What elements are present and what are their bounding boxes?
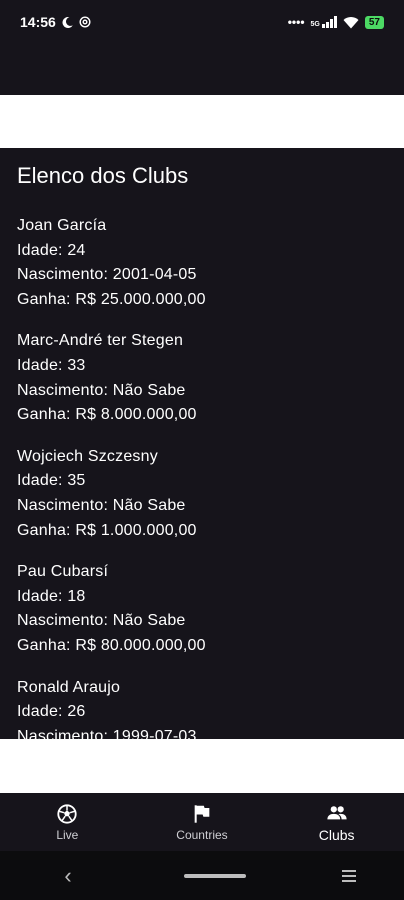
player-age: Idade: 26 <box>17 703 86 721</box>
status-time: 14:56 <box>20 14 56 30</box>
status-bar: 14:56 •••• 5G 57 <box>0 0 404 44</box>
bottom-white-band <box>0 739 404 793</box>
top-white-band <box>0 95 404 148</box>
player-birth: Nascimento: Não Sabe <box>17 381 186 399</box>
player-name: Pau Cubarsí <box>17 563 109 581</box>
player-birth: Nascimento: 2001-04-05 <box>17 266 197 284</box>
home-pill[interactable] <box>184 873 246 878</box>
roster-list[interactable]: Elenco dos Clubs Joan García Idade: 24 N… <box>0 148 404 739</box>
more-dots-icon: •••• <box>287 15 305 29</box>
network-type: 5G <box>310 21 320 28</box>
player-birth: Nascimento: 1999-07-03 <box>17 727 197 739</box>
wifi-icon <box>343 16 359 28</box>
player-age: Idade: 33 <box>17 356 86 374</box>
nav-label-clubs: Clubs <box>318 826 355 843</box>
player-age: Idade: 35 <box>17 472 86 490</box>
at-sign-icon <box>79 16 91 28</box>
bottom-navigation: Live Countries Clubs <box>0 793 404 851</box>
soccer-ball-icon <box>57 803 77 824</box>
player-salary: Ganha: R$ 25.000.000,00 <box>17 290 206 308</box>
player-salary: Ganha: R$ 8.000.000,00 <box>17 406 197 424</box>
page-title: Elenco dos Clubs <box>17 163 189 188</box>
nav-item-clubs[interactable]: Clubs <box>270 802 404 843</box>
player-age: Idade: 18 <box>17 587 86 605</box>
player-card: Pau Cubarsí Idade: 18 Nascimento: Não Sa… <box>17 560 387 658</box>
flag-icon <box>194 804 210 823</box>
back-chevron-icon[interactable]: ‹ <box>48 863 88 889</box>
player-age: Idade: 24 <box>17 241 86 259</box>
player-card: Joan García Idade: 24 Nascimento: 2001-0… <box>17 214 387 312</box>
nav-item-countries[interactable]: Countries <box>135 803 269 842</box>
battery-indicator: 57 <box>364 15 384 29</box>
player-name: Joan García <box>17 217 107 234</box>
player-name: Ronald Araujo <box>17 678 121 696</box>
nav-item-live[interactable]: Live <box>0 803 134 842</box>
player-birth: Nascimento: Não Sabe <box>17 496 186 514</box>
moon-icon <box>62 16 73 28</box>
group-icon <box>327 805 347 819</box>
player-card: Marc-André ter Stegen Idade: 33 Nascimen… <box>17 329 387 427</box>
menu-icon[interactable] <box>342 869 356 882</box>
signal-icon <box>321 16 337 28</box>
player-salary: Ganha: R$ 1.000.000,00 <box>17 521 197 539</box>
player-birth: Nascimento: Não Sabe <box>17 612 186 630</box>
player-name: Marc-André ter Stegen <box>17 332 184 350</box>
system-navigation-bar: ‹ <box>0 851 404 900</box>
player-salary: Ganha: R$ 80.000.000,00 <box>17 636 206 654</box>
nav-label-live: Live <box>56 827 79 842</box>
player-card: Wojciech Szczesny Idade: 35 Nascimento: … <box>17 445 387 543</box>
status-right: •••• 5G 57 <box>288 15 384 29</box>
player-card: Ronald Araujo Idade: 26 Nascimento: 1999… <box>17 676 387 740</box>
status-left: 14:56 <box>20 14 91 30</box>
nav-label-countries: Countries <box>176 827 228 842</box>
player-name: Wojciech Szczesny <box>17 447 158 465</box>
